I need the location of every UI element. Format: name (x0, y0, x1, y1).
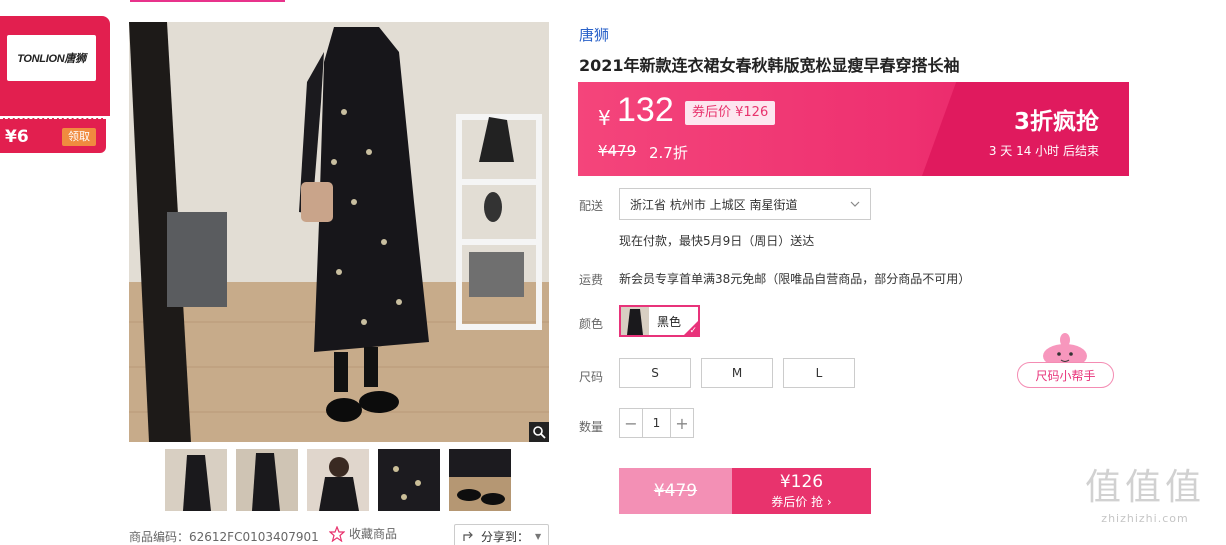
thumbnail-image (307, 449, 369, 511)
quantity-increase-button[interactable]: + (671, 409, 693, 437)
promo-title: 3折疯抢 (1013, 109, 1099, 135)
delivery-label: 配送 (579, 199, 604, 213)
mascot-icon (1043, 333, 1087, 368)
thumbnail-5[interactable] (449, 449, 511, 511)
discount-rate: 2.7折 (649, 144, 688, 162)
thumbnail-strip (165, 449, 511, 511)
buy-original-price: ¥479 (619, 468, 732, 514)
share-label: 分享到： (481, 529, 530, 544)
watermark-logo: 值值值 (1084, 467, 1205, 508)
share-icon (463, 531, 473, 541)
zoom-button[interactable] (529, 422, 549, 442)
quantity-label: 数量 (579, 420, 604, 434)
shipping-fee-text: 新会员专享首单满38元免邮（限唯品自营商品，部分商品不可用） (619, 272, 971, 286)
watermark: 值值值 zhizhizhi.com (1075, 466, 1215, 525)
thumbnail-4[interactable] (378, 449, 440, 511)
quantity-stepper: − 1 + (619, 408, 694, 438)
top-accent-line (130, 0, 285, 2)
thumbnail-image (449, 449, 511, 511)
color-name: 黑色 (657, 314, 682, 329)
chevron-right-icon: › (826, 495, 832, 509)
original-price: ¥479 (598, 142, 637, 160)
buy-coupon-price: ¥126 (779, 472, 824, 492)
product-title: 2021年新款连衣裙女春秋韩版宽松显瘦早春穿搭长袖 (579, 56, 960, 75)
favorite-label: 收藏商品 (349, 527, 398, 541)
countdown-timer: 3 天 14 小时 后结束 (988, 144, 1099, 158)
size-helper-label: 尺码小帮手 (1017, 362, 1114, 388)
price-banner: ¥ 132 券后价 ¥126 ¥479 2.7折 3折疯抢 3 天 14 小时 … (578, 82, 1129, 176)
chevron-down-icon: ▼ (535, 531, 542, 541)
quantity-decrease-button[interactable]: − (620, 409, 642, 437)
favorite-button[interactable]: 收藏商品 (329, 525, 397, 542)
thumbnail-1[interactable] (165, 449, 227, 511)
size-option-m[interactable]: M (701, 358, 773, 388)
product-photo-image (129, 22, 549, 442)
brand-link[interactable]: 唐狮 (579, 24, 609, 45)
current-price: 132 (617, 91, 674, 129)
claim-coupon-button[interactable]: 领取 (62, 128, 96, 146)
thumbnail-image (236, 449, 298, 511)
watermark-url: zhizhizhi.com (1101, 512, 1189, 525)
chevron-down-icon (850, 201, 860, 207)
currency-symbol: ¥ (598, 106, 611, 130)
coupon-amount: ¥6 (5, 127, 29, 147)
address-value: 浙江省 杭州市 上城区 南星街道 (630, 197, 798, 212)
color-swatch (621, 307, 649, 335)
buy-button[interactable]: ¥479 ¥126 券后价 抢 › (619, 468, 871, 514)
size-helper[interactable]: 尺码小帮手 (1017, 332, 1114, 388)
buy-action-text: 券后价 抢 (771, 495, 824, 509)
thumbnail-image (378, 449, 440, 511)
size-option-l[interactable]: L (783, 358, 855, 388)
check-icon: ✓ (689, 326, 697, 336)
coupon-price-tag: 券后价 ¥126 (685, 101, 776, 125)
color-label: 颜色 (579, 317, 604, 331)
size-label: 尺码 (579, 370, 604, 384)
size-option-s[interactable]: S (619, 358, 691, 388)
buy-coupon-action[interactable]: ¥126 券后价 抢 › (732, 468, 871, 514)
address-select[interactable]: 浙江省 杭州市 上城区 南星街道 (619, 188, 871, 220)
store-coupon[interactable]: TONLION唐狮 ¥6 领取 (0, 16, 110, 153)
product-code: 商品编码：62612FC0103407901 (129, 530, 319, 544)
star-icon (329, 525, 345, 542)
quantity-input[interactable]: 1 (642, 409, 671, 437)
coupon-header: TONLION唐狮 (0, 16, 110, 116)
color-option-black[interactable]: 黑色 ✓ (619, 305, 700, 337)
swatch-image (621, 307, 649, 335)
thumbnail-3[interactable] (307, 449, 369, 511)
thumbnail-2[interactable] (236, 449, 298, 511)
thumbnail-image (165, 449, 227, 511)
zoom-icon (533, 426, 546, 439)
delivery-time: 现在付款，最快5月9日（周日）送达 (619, 234, 815, 248)
shipping-fee-label: 运费 (579, 273, 604, 287)
main-product-photo[interactable] (129, 22, 549, 442)
coupon-footer: ¥6 领取 (0, 118, 106, 153)
brand-logo: TONLION唐狮 (7, 35, 96, 81)
buy-action-label: 券后价 抢 › (771, 493, 831, 510)
share-button[interactable]: 分享到： ▼ (454, 524, 549, 545)
